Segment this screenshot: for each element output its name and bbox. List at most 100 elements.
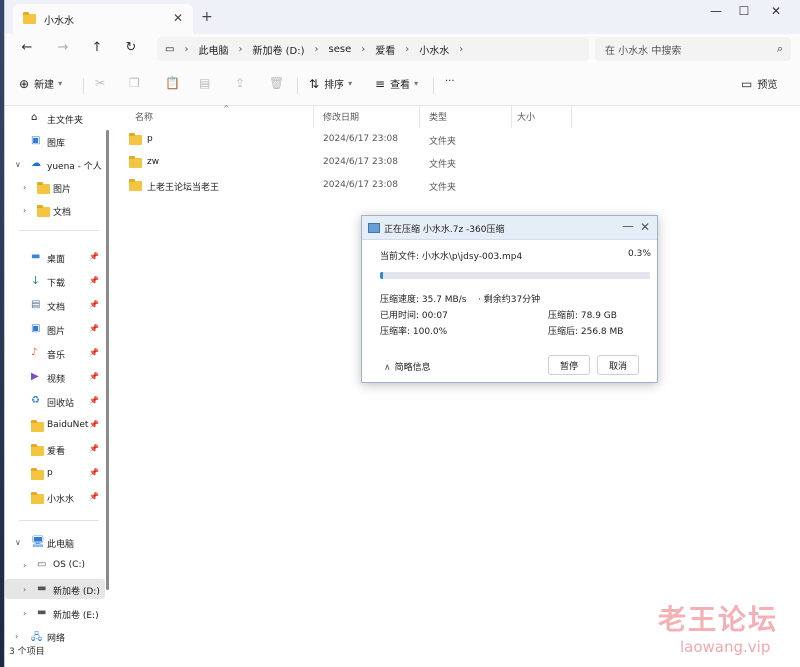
back-arrow-icon[interactable]: ← bbox=[17, 40, 37, 55]
chevron-right-icon[interactable]: › bbox=[23, 561, 26, 570]
table-row[interactable]: p 2024/6/17 23:08 文件夹 bbox=[123, 129, 573, 151]
chevron-right-icon[interactable]: › bbox=[23, 206, 26, 215]
up-arrow-icon[interactable]: ↑ bbox=[87, 40, 107, 55]
sidebar-item-xiaoshuishui[interactable]: 小水水 📌 bbox=[5, 487, 105, 507]
size-before: 压缩前: 78.9 GB bbox=[548, 311, 617, 321]
recycle-icon: ♻ bbox=[31, 395, 40, 406]
cancel-button[interactable]: 取消 bbox=[597, 355, 639, 375]
maximize-icon[interactable]: ☐ bbox=[729, 4, 759, 18]
column-name[interactable]: 名称 bbox=[135, 110, 153, 123]
refresh-icon[interactable]: ↻ bbox=[121, 40, 141, 55]
share-icon[interactable]: ⇪ bbox=[235, 76, 250, 90]
sidebar-item-this-pc[interactable]: ∨ 🖥 此电脑 bbox=[5, 532, 105, 552]
pin-icon[interactable]: 📌 bbox=[89, 396, 99, 405]
search-icon[interactable]: ⌕ bbox=[777, 42, 783, 56]
more-options-button[interactable]: ··· bbox=[445, 76, 455, 87]
table-row[interactable]: 上老王论坛当老王 2024/6/17 23:08 文件夹 bbox=[123, 175, 573, 197]
pin-icon[interactable]: 📌 bbox=[89, 252, 99, 261]
search-box[interactable]: 在 小水水 中搜索 ⌕ bbox=[595, 37, 791, 61]
column-type[interactable]: 类型 bbox=[429, 110, 447, 123]
file-type: 文件夹 bbox=[429, 183, 457, 193]
sidebar-item-label: 回收站 bbox=[47, 399, 75, 409]
file-name: p bbox=[147, 134, 153, 144]
view-button[interactable]: ≡ 查看 ▾ bbox=[375, 76, 418, 92]
pin-icon[interactable]: 📌 bbox=[89, 420, 99, 429]
folder-icon bbox=[31, 444, 44, 456]
preview-button[interactable]: ▭ 预览 bbox=[741, 76, 777, 92]
sidebar-item-music[interactable]: ♪ 音乐 📌 bbox=[5, 343, 105, 363]
column-date[interactable]: 修改日期 bbox=[323, 110, 359, 123]
table-row[interactable]: zw 2024/6/17 23:08 文件夹 bbox=[123, 152, 573, 174]
close-window-icon[interactable]: ✕ bbox=[761, 4, 791, 18]
new-tab-button[interactable]: + bbox=[201, 9, 213, 25]
sidebar-item-desktop[interactable]: ▬ 桌面 📌 bbox=[5, 247, 105, 267]
pause-button[interactable]: 暂停 bbox=[548, 355, 590, 375]
sidebar-item-home[interactable]: ⌂ 主文件夹 bbox=[5, 108, 105, 128]
chevron-right-icon[interactable]: › bbox=[23, 585, 26, 594]
breadcrumb-this-pc[interactable]: 此电脑 bbox=[198, 42, 228, 57]
pin-icon[interactable]: 📌 bbox=[89, 324, 99, 333]
pin-icon[interactable]: 📌 bbox=[89, 468, 99, 477]
navigation-pane: ⌂ 主文件夹 ▣ 图库 ∨ ☁ yuena - 个人 › 图片 › 文档 ▬ 桌… bbox=[5, 106, 105, 642]
dialog-title: 正在压缩 小水水.7z -360压缩 bbox=[384, 225, 505, 235]
tab-xiaoshuishui[interactable]: 小水水 ✕ bbox=[13, 4, 193, 34]
sort-button[interactable]: ⇅ 排序 ▾ bbox=[309, 76, 352, 92]
pin-icon[interactable]: 📌 bbox=[89, 492, 99, 501]
cut-icon[interactable]: ✂ bbox=[95, 76, 110, 90]
pin-icon[interactable]: 📌 bbox=[89, 276, 99, 285]
close-icon[interactable]: ✕ bbox=[640, 220, 650, 234]
sidebar-item-gallery[interactable]: ▣ 图库 bbox=[5, 131, 105, 151]
breadcrumb-xiaoshuishui[interactable]: 小水水 bbox=[419, 42, 449, 57]
breadcrumb-drive-d[interactable]: 新加卷 (D:) bbox=[252, 42, 304, 57]
sidebar-item-baidunet[interactable]: BaiduNet 📌 bbox=[5, 415, 105, 435]
chevron-right-icon[interactable]: › bbox=[23, 609, 26, 618]
music-icon: ♪ bbox=[31, 347, 38, 358]
sidebar-item-downloads[interactable]: ↓ 下载 📌 bbox=[5, 271, 105, 291]
new-button[interactable]: ⊕ 新建 ▾ bbox=[19, 76, 63, 92]
column-size[interactable]: 大小 bbox=[517, 110, 535, 123]
folder-icon bbox=[37, 182, 50, 194]
minimize-icon[interactable]: — bbox=[622, 219, 634, 233]
pin-icon[interactable]: 📌 bbox=[89, 300, 99, 309]
breadcrumb-sese[interactable]: sese bbox=[329, 44, 352, 55]
sidebar-item-drive-e[interactable]: › ▬ 新加卷 (E:) bbox=[5, 603, 105, 623]
pin-icon[interactable]: 📌 bbox=[89, 348, 99, 357]
sidebar-item-label: 图片 bbox=[53, 185, 72, 195]
sidebar-item-onedrive[interactable]: ∨ ☁ yuena - 个人 bbox=[5, 154, 105, 174]
compress-progress-dialog: 正在压缩 小水水.7z -360压缩 — ✕ 当前文件: 小水水\p\jdsy-… bbox=[361, 215, 658, 383]
minimize-icon[interactable]: — bbox=[701, 4, 731, 18]
sort-up-icon: ^ bbox=[223, 104, 230, 113]
chevron-down-icon: ▾ bbox=[58, 79, 63, 88]
address-bar[interactable]: ▭ › 此电脑 › 新加卷 (D:) › sese › 爱看 › 小水水 › bbox=[157, 37, 589, 61]
delete-icon[interactable]: 🗑 bbox=[269, 76, 289, 90]
sidebar-item-videos[interactable]: ▶ 视频 📌 bbox=[5, 367, 105, 387]
sidebar-item-label: 音乐 bbox=[47, 351, 66, 361]
paste-icon[interactable]: 📋 bbox=[165, 76, 185, 90]
forward-arrow-icon[interactable]: → bbox=[53, 40, 73, 55]
sidebar-item-drive-c[interactable]: › ▭ OS (C:) bbox=[5, 555, 105, 575]
current-file: 当前文件: 小水水\p\jdsy-003.mp4 bbox=[380, 252, 523, 262]
chevron-down-icon[interactable]: ∨ bbox=[15, 538, 21, 547]
brief-info-toggle[interactable]: ∧ 简略信息 bbox=[384, 360, 431, 373]
sidebar-item-p[interactable]: p 📌 bbox=[5, 463, 105, 483]
chevron-right-icon[interactable]: › bbox=[23, 183, 26, 192]
sidebar-item-aikan[interactable]: 爱看 📌 bbox=[5, 439, 105, 459]
chevron-right-icon[interactable]: › bbox=[15, 632, 18, 641]
sidebar-item-pictures[interactable]: ▣ 图片 📌 bbox=[5, 319, 105, 339]
sidebar-item-recycle-bin[interactable]: ♻ 回收站 📌 bbox=[5, 391, 105, 411]
rename-icon[interactable]: ▤ bbox=[199, 76, 215, 90]
sidebar-scrollbar[interactable] bbox=[106, 130, 109, 590]
pin-icon[interactable]: 📌 bbox=[89, 444, 99, 453]
sidebar-item-documents[interactable]: ▤ 文档 📌 bbox=[5, 295, 105, 315]
sidebar-item-drive-d[interactable]: › ▬ 新加卷 (D:) bbox=[5, 579, 105, 599]
sidebar-item-label: 此电脑 bbox=[47, 540, 75, 550]
tab-close-icon[interactable]: ✕ bbox=[173, 11, 183, 25]
sidebar-item-documents-cloud[interactable]: › 文档 bbox=[5, 200, 105, 220]
breadcrumb-aikan[interactable]: 爱看 bbox=[375, 42, 395, 57]
sidebar-item-network[interactable]: › 🖧 网络 bbox=[5, 626, 105, 642]
copy-icon[interactable]: ❐ bbox=[129, 76, 145, 90]
sidebar-item-label: 文档 bbox=[47, 303, 66, 313]
sidebar-item-pictures-cloud[interactable]: › 图片 bbox=[5, 177, 105, 197]
chevron-down-icon[interactable]: ∨ bbox=[15, 160, 21, 169]
pin-icon[interactable]: 📌 bbox=[89, 372, 99, 381]
